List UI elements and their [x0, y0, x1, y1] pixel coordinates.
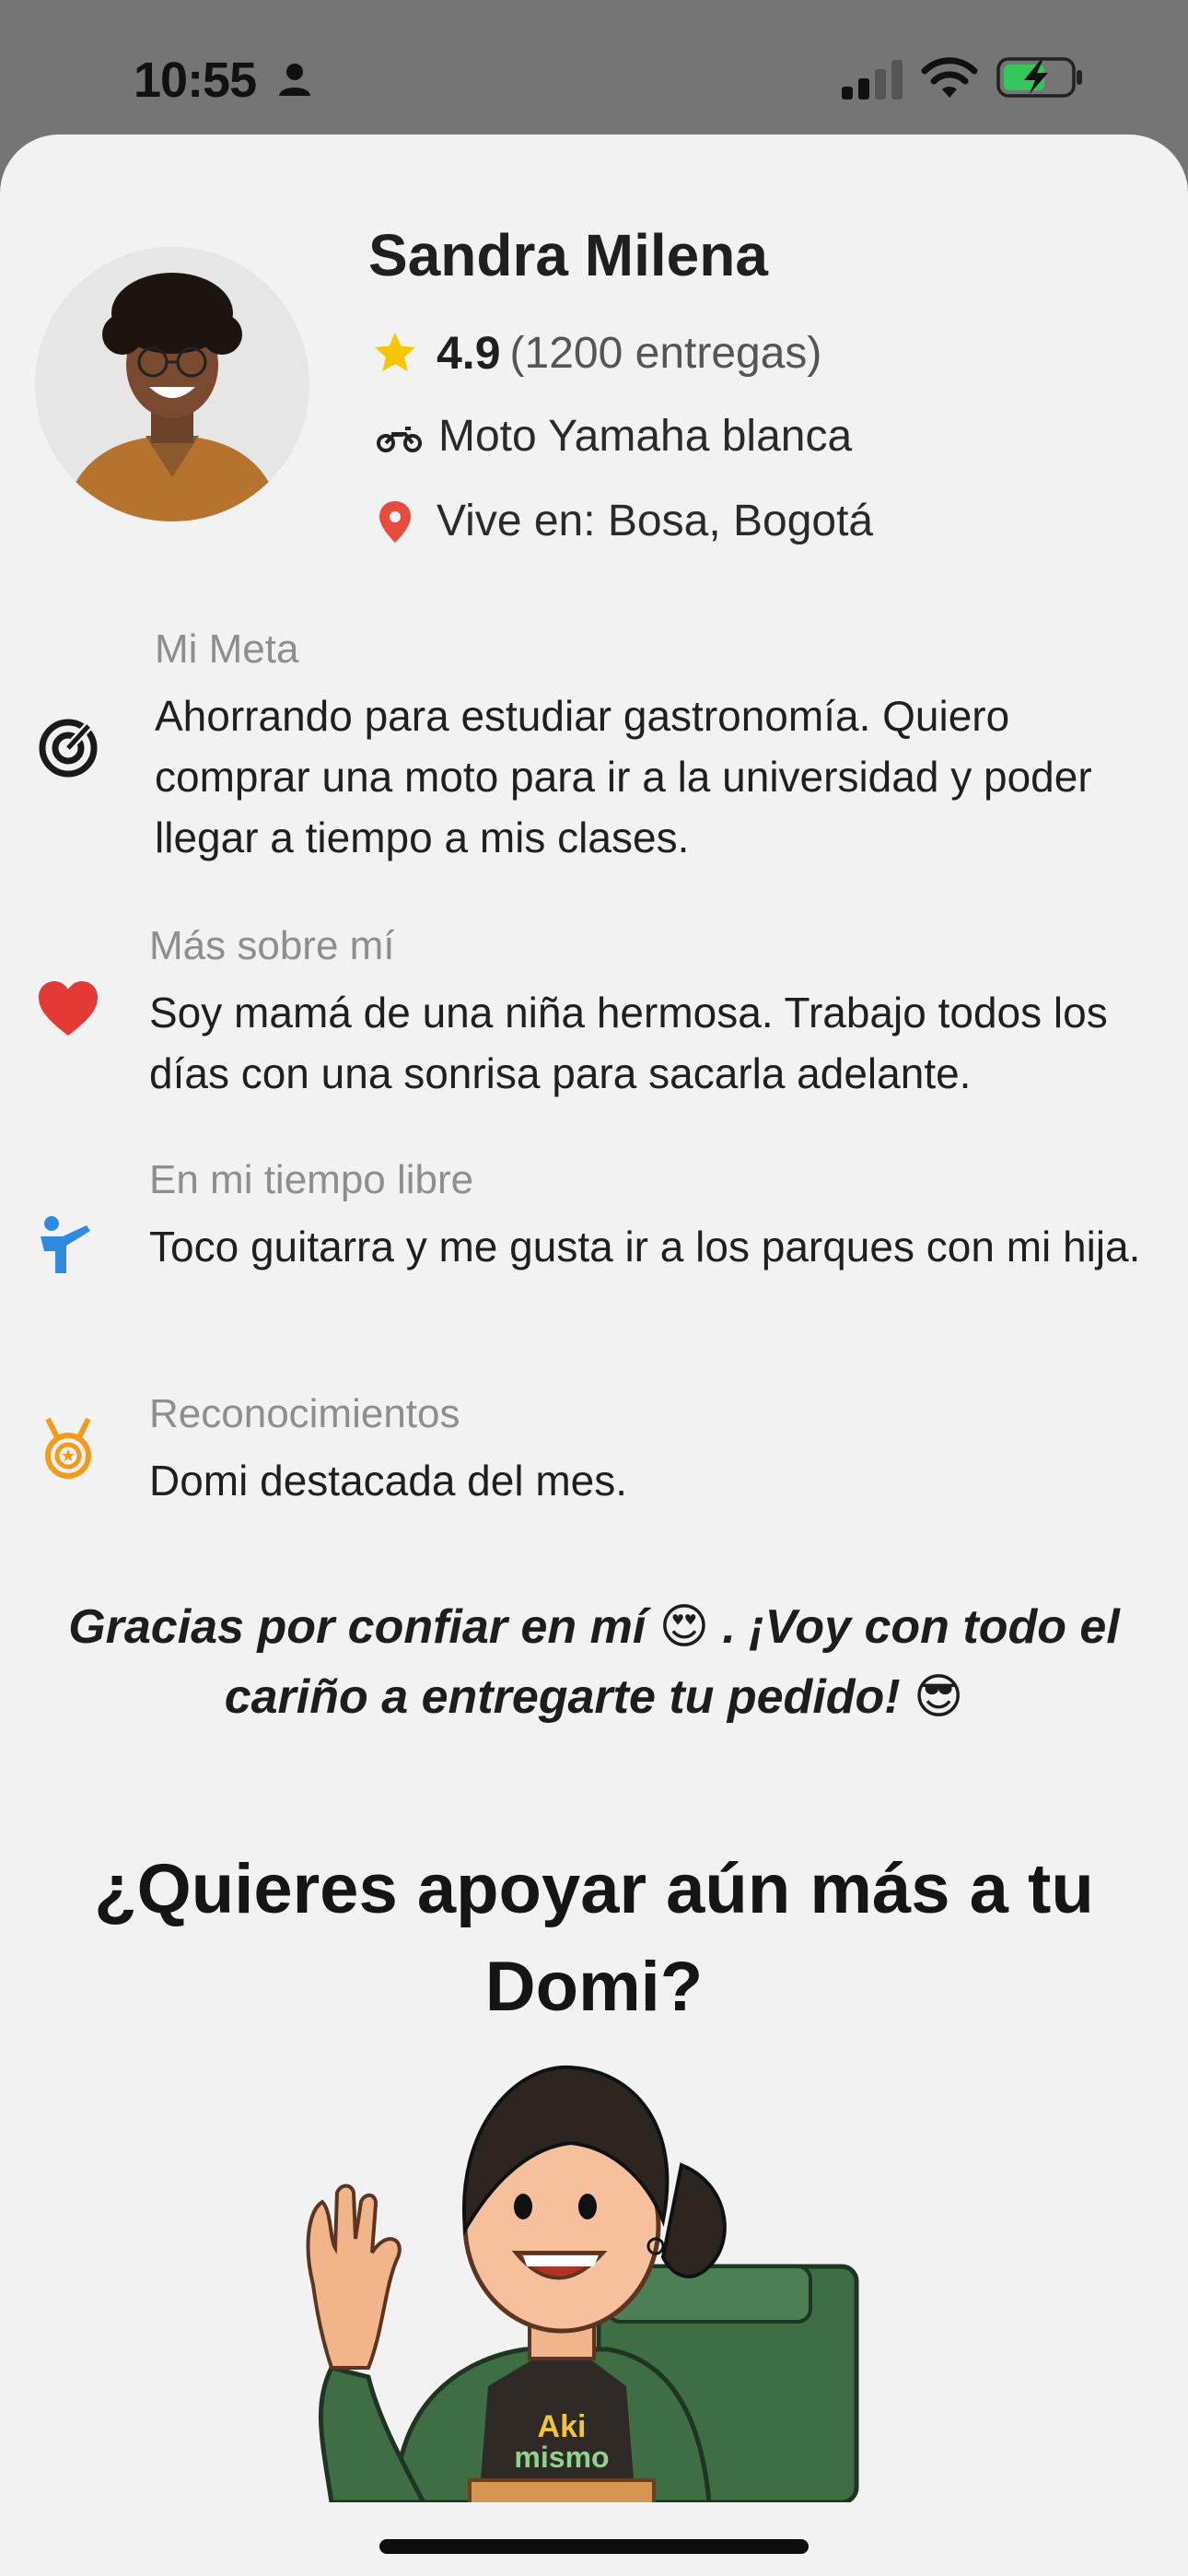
section-title: Reconocimientos [149, 1391, 460, 1436]
status-bar: 10:55 [0, 0, 1188, 138]
section-text: Ahorrando para estudiar gastronomía. Qui… [155, 692, 1092, 861]
status-time: 10:55 [134, 53, 257, 108]
location-text: Vive en: Bosa, Bogotá [437, 497, 874, 545]
signal-icon [842, 60, 903, 100]
section-text: Soy mamá de una niña hermosa. Trabajo to… [149, 989, 1108, 1097]
vehicle-row: Moto Yamaha blanca [372, 411, 852, 462]
home-indicator[interactable] [379, 2539, 809, 2554]
courier-name: Sandra Milena [368, 222, 768, 288]
rating-value: 4.9 [437, 327, 501, 379]
motorcycle-icon [377, 426, 422, 452]
rating-row: 4.9 (1200 entregas) [372, 326, 821, 380]
section-title: En mi tiempo libre [149, 1157, 474, 1202]
section-title: Más sobre mí [149, 923, 395, 968]
location-pin-icon [379, 500, 411, 543]
thank-you-message: Gracias por confiar en mí 😍 . ¡Voy con t… [68, 1600, 1120, 1724]
wifi-icon [921, 57, 978, 98]
person-icon [279, 64, 310, 96]
section-text: Toco guitarra y me gusta ir a los parque… [149, 1223, 1141, 1270]
battery-charging-icon [996, 57, 1082, 98]
target-icon [39, 719, 98, 778]
section-title: Mi Meta [155, 626, 299, 672]
delivery-count: (1200 entregas) [509, 328, 822, 378]
leisure-icon [41, 1216, 90, 1273]
support-heading: ¿Quieres apoyar aún más a tu Domi? [94, 1850, 1094, 2026]
star-icon [375, 333, 415, 371]
location-row: Vive en: Bosa, Bogotá [372, 496, 873, 546]
avatar [35, 247, 309, 521]
bag-text-aki: Aki [538, 2409, 587, 2444]
section-text: Domi destacada del mes. [149, 1457, 628, 1505]
heart-icon [39, 981, 98, 1036]
medal-icon [45, 1417, 91, 1479]
bag-text-mismo: mismo [514, 2441, 609, 2474]
courier-illustration: Aki mismo [306, 2065, 859, 2502]
vehicle-text: Moto Yamaha blanca [438, 412, 853, 461]
